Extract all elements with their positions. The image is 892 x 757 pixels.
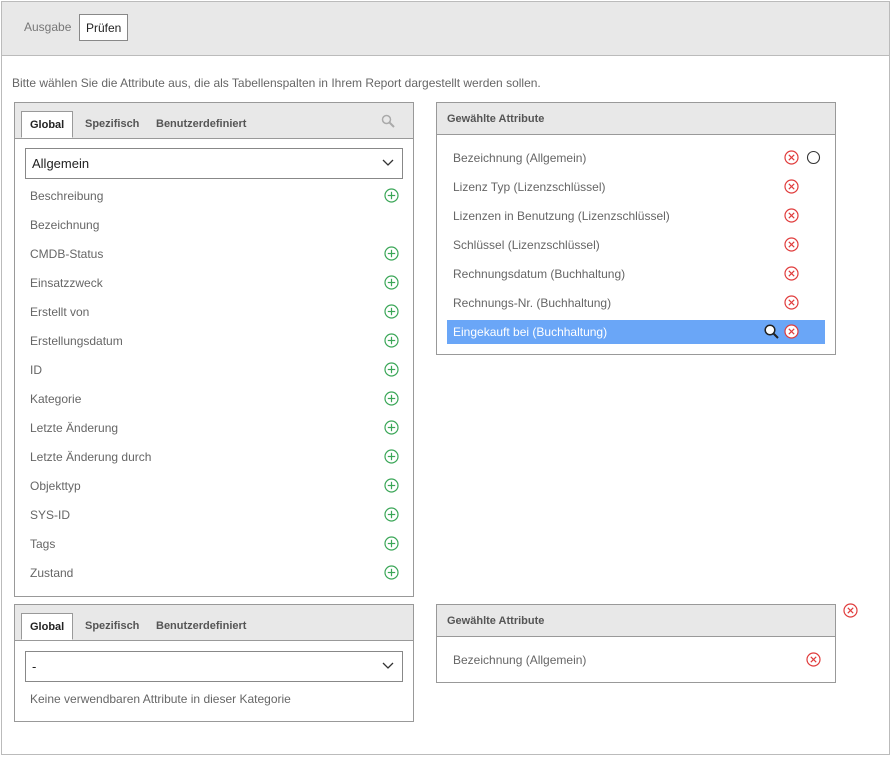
tab-global[interactable]: Global — [21, 613, 74, 640]
add-icon[interactable] — [384, 536, 399, 551]
attribute-panel-2: Global Spezifisch Benutzerdefiniert - Ke… — [14, 604, 414, 722]
radio-circle-icon[interactable] — [806, 150, 821, 165]
attribute-item: Kategorie — [30, 392, 82, 406]
empty-category-text: Keine verwendbaren Attribute in dieser K… — [30, 692, 291, 706]
attribute-item: SYS-ID — [30, 508, 71, 522]
add-icon[interactable] — [384, 333, 399, 348]
selected-attributes-title: Gewählte Attribute — [437, 605, 835, 637]
attribute-tabs-2: Global Spezifisch Benutzerdefiniert — [15, 605, 413, 641]
selected-attribute-item[interactable]: Schlüssel (Lizenzschlüssel) — [447, 233, 825, 257]
attribute-item: Einsatzzweck — [30, 276, 103, 290]
attribute-item: Letzte Änderung durch — [30, 450, 152, 464]
selected-attribute-item[interactable]: Bezeichnung (Allgemein) — [447, 146, 825, 170]
selected-attribute-label: Lizenz Typ (Lizenzschlüssel) — [453, 180, 606, 194]
attribute-item: Objekttyp — [30, 479, 81, 493]
category-select[interactable]: Allgemein — [25, 148, 403, 179]
category-select[interactable]: - — [25, 651, 403, 682]
magnifier-icon[interactable] — [764, 324, 779, 339]
selected-attribute-item[interactable]: Lizenzen in Benutzung (Lizenzschlüssel) — [447, 204, 825, 228]
selected-attribute-label: Rechnungsdatum (Buchhaltung) — [453, 267, 626, 281]
category-select-value: - — [32, 659, 37, 674]
add-icon[interactable] — [384, 391, 399, 406]
attribute-item: Zustand — [30, 566, 74, 580]
add-icon[interactable] — [384, 246, 399, 261]
attribute-item: CMDB-Status — [30, 247, 104, 261]
chevron-down-icon — [382, 662, 394, 669]
add-icon[interactable] — [384, 449, 399, 464]
selected-attribute-label: Lizenzen in Benutzung (Lizenzschlüssel) — [453, 209, 670, 223]
add-icon[interactable] — [384, 565, 399, 580]
attribute-tabs-1: Global Spezifisch Benutzerdefiniert — [15, 103, 413, 139]
remove-icon[interactable] — [784, 179, 799, 194]
top-toolbar: Ausgabe Prüfen — [2, 2, 889, 56]
remove-icon[interactable] — [784, 208, 799, 223]
tab-global[interactable]: Global — [21, 111, 74, 138]
attribute-item: Erstellungsdatum — [30, 334, 123, 348]
selected-attributes-panel-2: Gewählte Attribute Bezeichnung (Allgemei… — [436, 604, 836, 683]
add-icon[interactable] — [384, 478, 399, 493]
attribute-item: Erstellt von — [30, 305, 90, 319]
tab-spezifisch[interactable]: Spezifisch — [77, 613, 147, 640]
selected-attribute-item[interactable]: Rechnungsdatum (Buchhaltung) — [447, 262, 825, 286]
remove-icon[interactable] — [784, 295, 799, 310]
add-icon[interactable] — [384, 362, 399, 377]
attribute-panel-1: Global Spezifisch Benutzerdefiniert Allg… — [14, 102, 414, 597]
selected-attribute-item: Bezeichnung (Allgemein) — [447, 648, 825, 672]
selected-attributes-panel-1: Gewählte Attribute Bezeichnung (Allgemei… — [436, 102, 836, 355]
selected-attribute-label: Bezeichnung (Allgemein) — [453, 653, 587, 667]
add-icon[interactable] — [384, 188, 399, 203]
remove-block-icon[interactable] — [843, 603, 858, 618]
remove-icon[interactable] — [806, 652, 821, 667]
selected-attribute-item[interactable]: Lizenz Typ (Lizenzschlüssel) — [447, 175, 825, 199]
attribute-item: Letzte Änderung — [30, 421, 119, 435]
tab-benutzerdefiniert[interactable]: Benutzerdefiniert — [148, 613, 254, 640]
selected-attribute-item[interactable]: Rechnungs-Nr. (Buchhaltung) — [447, 291, 825, 315]
attribute-item: Tags — [30, 537, 56, 551]
add-icon[interactable] — [384, 275, 399, 290]
selected-attribute-label: Rechnungs-Nr. (Buchhaltung) — [453, 296, 612, 310]
selected-attribute-label: Eingekauft bei (Buchhaltung) — [453, 325, 608, 339]
tab-pruefen[interactable]: Prüfen — [79, 14, 129, 41]
add-icon[interactable] — [384, 420, 399, 435]
attribute-item: ID — [30, 363, 42, 377]
attribute-item: Bezeichnung — [30, 218, 100, 232]
tab-ausgabe[interactable]: Ausgabe — [18, 14, 77, 41]
add-icon[interactable] — [384, 304, 399, 319]
remove-icon[interactable] — [784, 237, 799, 252]
selected-attribute-label: Bezeichnung (Allgemein) — [453, 151, 587, 165]
category-select-value: Allgemein — [32, 156, 90, 171]
tab-benutzerdefiniert[interactable]: Benutzerdefiniert — [148, 111, 254, 138]
remove-icon[interactable] — [784, 266, 799, 281]
search-icon[interactable] — [381, 114, 395, 128]
remove-icon[interactable] — [784, 150, 799, 165]
remove-icon[interactable] — [784, 324, 799, 339]
add-icon[interactable] — [384, 507, 399, 522]
tab-spezifisch[interactable]: Spezifisch — [77, 111, 147, 138]
intro-text: Bitte wählen Sie die Attribute aus, die … — [12, 76, 541, 90]
selected-attribute-label: Schlüssel (Lizenzschlüssel) — [453, 238, 600, 252]
chevron-down-icon — [382, 159, 394, 166]
attribute-item: Beschreibung — [30, 189, 104, 203]
selected-attributes-title: Gewählte Attribute — [437, 103, 835, 135]
